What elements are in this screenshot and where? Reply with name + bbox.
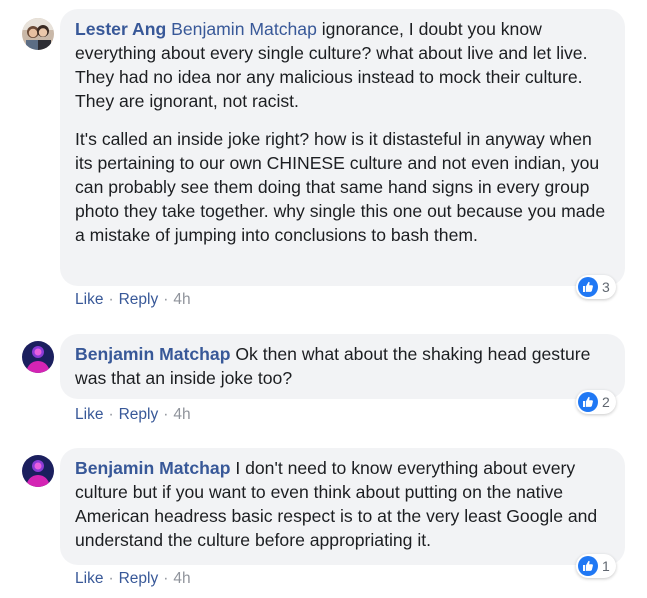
reply-link[interactable]: Reply bbox=[119, 406, 159, 423]
comment-actions: Like · Reply · 4h bbox=[75, 569, 191, 589]
avatar[interactable] bbox=[22, 18, 54, 50]
comment-text: It's called an inside joke right? how is… bbox=[75, 129, 606, 245]
separator: · bbox=[108, 570, 114, 587]
comment-actions: Like · Reply · 4h bbox=[75, 405, 191, 425]
reply-link[interactable]: Reply bbox=[119, 570, 159, 587]
comment-bubble: Lester Ang Benjamin Matchap ignorance, I… bbox=[60, 9, 625, 286]
separator: · bbox=[163, 570, 169, 587]
like-icon bbox=[578, 556, 598, 576]
reaction-badge[interactable]: 2 bbox=[576, 390, 616, 414]
reaction-count: 2 bbox=[602, 394, 610, 410]
avatar-photo-icon bbox=[22, 341, 54, 373]
separator: · bbox=[163, 406, 169, 423]
reaction-badge[interactable]: 3 bbox=[576, 275, 616, 299]
like-link[interactable]: Like bbox=[75, 406, 103, 423]
avatar-photo-icon bbox=[22, 18, 54, 50]
timestamp[interactable]: 4h bbox=[173, 406, 190, 423]
comment-author[interactable]: Lester Ang bbox=[75, 19, 166, 39]
timestamp[interactable]: 4h bbox=[173, 570, 190, 587]
comment-bubble: Benjamin Matchap Ok then what about the … bbox=[60, 334, 625, 399]
like-link[interactable]: Like bbox=[75, 570, 103, 587]
separator: · bbox=[108, 406, 114, 423]
reaction-count: 3 bbox=[602, 279, 610, 295]
comment-bubble: Benjamin Matchap I don't need to know ev… bbox=[60, 448, 625, 565]
timestamp[interactable]: 4h bbox=[173, 291, 190, 308]
separator: · bbox=[163, 291, 169, 308]
avatar[interactable] bbox=[22, 455, 54, 487]
comment-author[interactable]: Benjamin Matchap bbox=[75, 458, 230, 478]
comment-actions: Like · Reply · 4h bbox=[75, 290, 191, 310]
like-icon bbox=[578, 277, 598, 297]
like-link[interactable]: Like bbox=[75, 291, 103, 308]
reaction-badge[interactable]: 1 bbox=[576, 554, 616, 578]
avatar-photo-icon bbox=[22, 455, 54, 487]
reaction-count: 1 bbox=[602, 558, 610, 574]
avatar[interactable] bbox=[22, 341, 54, 373]
separator: · bbox=[108, 291, 114, 308]
like-icon bbox=[578, 392, 598, 412]
comment-author[interactable]: Benjamin Matchap bbox=[75, 344, 230, 364]
mention-link[interactable]: Benjamin Matchap bbox=[171, 19, 317, 39]
reply-link[interactable]: Reply bbox=[119, 291, 159, 308]
